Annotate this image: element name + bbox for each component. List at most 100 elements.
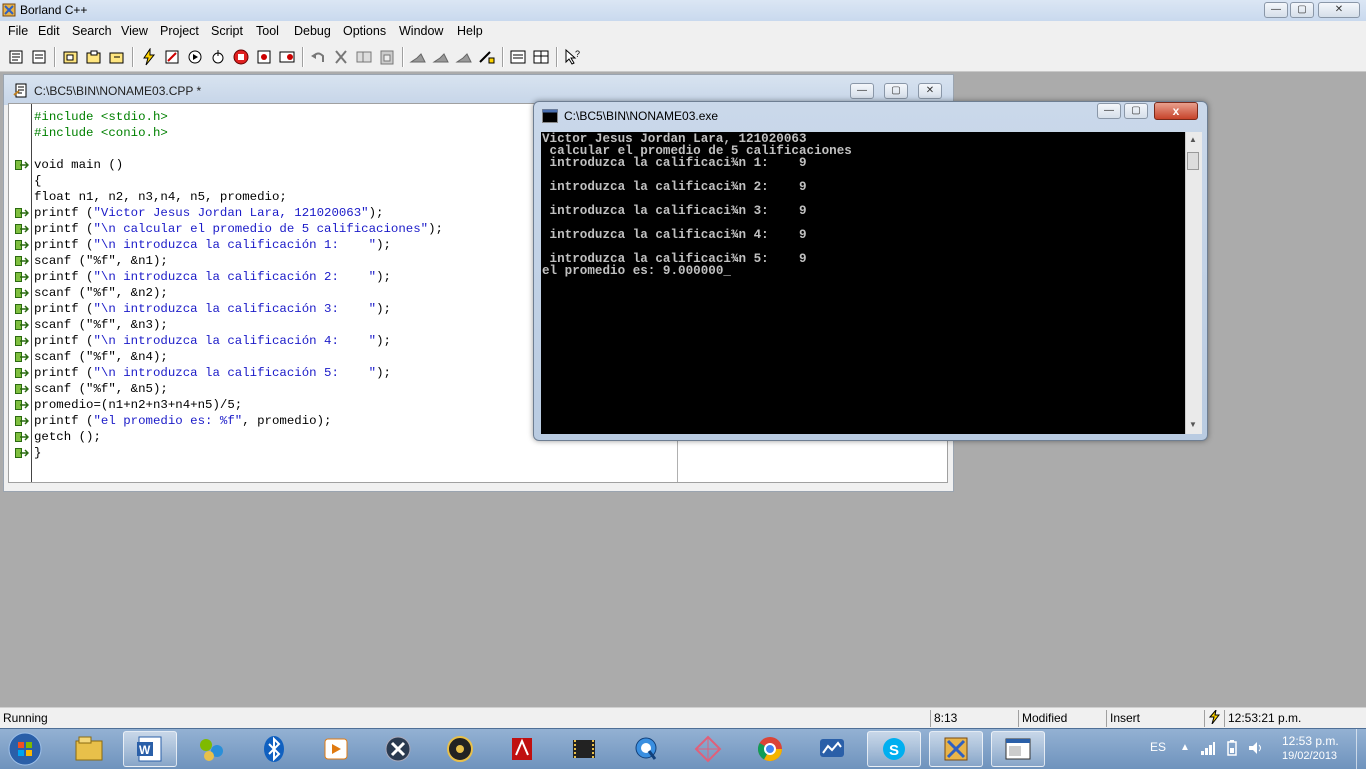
code-line[interactable]: printf ("\n introduzca la calificación 1… xyxy=(34,237,443,253)
copy-icon[interactable] xyxy=(353,46,374,67)
menu-file[interactable]: File xyxy=(8,24,28,38)
battery-icon[interactable] xyxy=(1226,740,1238,756)
clock-date[interactable]: 19/02/2013 xyxy=(1282,750,1337,762)
step-icon[interactable] xyxy=(207,46,228,67)
code-line[interactable]: void main () xyxy=(34,157,443,173)
signal-icon[interactable] xyxy=(1200,740,1216,756)
taskbar-cd-burner[interactable] xyxy=(433,731,487,767)
start-button[interactable] xyxy=(4,731,46,767)
console-output[interactable]: Victor Jesus Jordan Lara, 121020063 calc… xyxy=(541,132,1185,434)
make-icon[interactable] xyxy=(161,46,182,67)
editor-maximize-button[interactable]: ▢ xyxy=(884,83,908,99)
minimize-button[interactable]: — xyxy=(1264,2,1288,18)
cut-icon[interactable] xyxy=(330,46,351,67)
menu-options[interactable]: Options xyxy=(343,24,386,38)
replace-icon[interactable] xyxy=(453,46,474,67)
menu-project[interactable]: Project xyxy=(160,24,199,38)
stop-icon[interactable] xyxy=(230,46,251,67)
executable-line-marker-icon[interactable] xyxy=(15,223,29,235)
code-line[interactable]: printf ("\n introduzca la calificación 2… xyxy=(34,269,443,285)
executable-line-marker-icon[interactable] xyxy=(15,383,29,395)
executable-line-marker-icon[interactable] xyxy=(15,351,29,363)
executable-line-marker-icon[interactable] xyxy=(15,447,29,459)
code-line[interactable]: scanf ("%f", &n5); xyxy=(34,381,443,397)
taskbar-media-player[interactable] xyxy=(309,731,363,767)
scroll-up-arrow-icon[interactable]: ▲ xyxy=(1189,135,1197,144)
code-line[interactable]: printf ("\n calcular el promedio de 5 ca… xyxy=(34,221,443,237)
project-open-icon[interactable] xyxy=(60,46,81,67)
code-line[interactable]: printf ("\n introduzca la calificación 3… xyxy=(34,301,443,317)
menu-help[interactable]: Help xyxy=(457,24,483,38)
code-line[interactable]: printf ("Victor Jesus Jordan Lara, 12102… xyxy=(34,205,443,221)
executable-line-marker-icon[interactable] xyxy=(15,255,29,267)
code-line[interactable]: scanf ("%f", &n1); xyxy=(34,253,443,269)
console-scrollbar[interactable]: ▲ ▼ xyxy=(1185,132,1202,434)
breakpoint-gutter[interactable] xyxy=(9,104,32,482)
code-line[interactable]: { xyxy=(34,173,443,189)
executable-line-marker-icon[interactable] xyxy=(15,159,29,171)
console-close-button[interactable]: x xyxy=(1154,102,1198,120)
show-desktop-button[interactable] xyxy=(1356,729,1366,769)
taskbar-acrobat[interactable] xyxy=(495,731,549,767)
undo-icon[interactable] xyxy=(307,46,328,67)
search-next-icon[interactable] xyxy=(430,46,451,67)
maximize-button[interactable]: ▢ xyxy=(1290,2,1314,18)
taskbar-zune[interactable] xyxy=(681,731,735,767)
browse-icon[interactable] xyxy=(476,46,497,67)
tray-language[interactable]: ES xyxy=(1150,740,1166,754)
scroll-thumb[interactable] xyxy=(1187,152,1199,170)
taskbar-app-x[interactable] xyxy=(371,731,425,767)
code-line[interactable]: getch (); xyxy=(34,429,443,445)
menu-view[interactable]: View xyxy=(121,24,148,38)
executable-line-marker-icon[interactable] xyxy=(15,415,29,427)
code-line[interactable]: promedio=(n1+n2+n3+n4+n5)/5; xyxy=(34,397,443,413)
executable-line-marker-icon[interactable] xyxy=(15,367,29,379)
project-folder-icon[interactable] xyxy=(83,46,104,67)
editor-close-button[interactable]: ✕ xyxy=(918,83,942,99)
code-line[interactable]: printf ("\n introduzca la calificación 4… xyxy=(34,333,443,349)
menu-debug[interactable]: Debug xyxy=(294,24,331,38)
menu-edit[interactable]: Edit xyxy=(38,24,60,38)
taskbar-console-app[interactable] xyxy=(991,731,1045,767)
executable-line-marker-icon[interactable] xyxy=(15,319,29,331)
taskbar-bluetooth[interactable] xyxy=(247,731,301,767)
code-line[interactable]: scanf ("%f", &n3); xyxy=(34,317,443,333)
console-minimize-button[interactable]: — xyxy=(1097,103,1121,119)
taskbar-messenger[interactable] xyxy=(805,731,859,767)
close-button[interactable]: ✕ xyxy=(1318,2,1360,18)
taskbar-quicktime[interactable] xyxy=(619,731,673,767)
menu-search[interactable]: Search xyxy=(72,24,112,38)
code-line[interactable]: } xyxy=(34,445,443,461)
messages-icon[interactable] xyxy=(507,46,528,67)
taskbar-film[interactable] xyxy=(557,731,611,767)
code-line[interactable]: scanf ("%f", &n2); xyxy=(34,285,443,301)
code-line[interactable]: printf ("el promedio es: %f", promedio); xyxy=(34,413,443,429)
executable-line-marker-icon[interactable] xyxy=(15,207,29,219)
breakpoint-icon[interactable] xyxy=(253,46,274,67)
code-line[interactable]: printf ("\n introduzca la calificación 5… xyxy=(34,365,443,381)
paste-icon[interactable] xyxy=(376,46,397,67)
run-icon[interactable] xyxy=(184,46,205,67)
editor-minimize-button[interactable]: — xyxy=(850,83,874,99)
clock-time[interactable]: 12:53 p.m. xyxy=(1282,734,1339,748)
executable-line-marker-icon[interactable] xyxy=(15,431,29,443)
code-line[interactable]: #include <conio.h> xyxy=(34,125,443,141)
open-file-icon[interactable] xyxy=(6,46,27,67)
taskbar-borland[interactable] xyxy=(929,731,983,767)
executable-line-marker-icon[interactable] xyxy=(15,287,29,299)
executable-line-marker-icon[interactable] xyxy=(15,335,29,347)
menu-tool[interactable]: Tool xyxy=(256,24,279,38)
taskbar-chrome[interactable] xyxy=(743,731,797,767)
taskbar-explorer[interactable] xyxy=(62,731,116,767)
compile-lightning-icon[interactable] xyxy=(138,46,159,67)
save-file-icon[interactable] xyxy=(29,46,50,67)
executable-line-marker-icon[interactable] xyxy=(15,271,29,283)
console-maximize-button[interactable]: ▢ xyxy=(1124,103,1148,119)
taskbar-word[interactable]: W xyxy=(123,731,177,767)
tray-expand-icon[interactable]: ▲ xyxy=(1180,742,1190,753)
executable-line-marker-icon[interactable] xyxy=(15,303,29,315)
taskbar-network[interactable] xyxy=(185,731,239,767)
window-list-icon[interactable] xyxy=(530,46,551,67)
menu-window[interactable]: Window xyxy=(399,24,443,38)
code-line[interactable]: #include <stdio.h> xyxy=(34,109,443,125)
